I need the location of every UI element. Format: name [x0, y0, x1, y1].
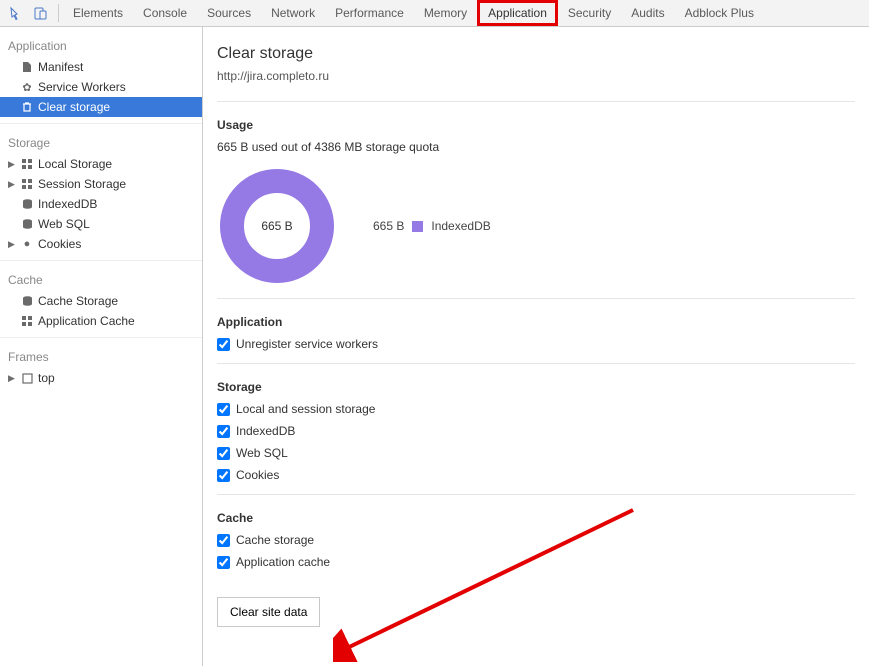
checkbox-label: Web SQL [236, 446, 288, 460]
checkbox-local-session[interactable]: Local and session storage [217, 402, 855, 416]
checkbox-input[interactable] [217, 469, 230, 482]
checkbox-input[interactable] [217, 447, 230, 460]
chevron-right-icon: ▶ [8, 373, 16, 384]
legend-swatch-icon [412, 221, 423, 232]
sidebar-item-web-sql[interactable]: Web SQL [0, 214, 202, 234]
tab-console[interactable]: Console [133, 0, 197, 26]
grid-icon [20, 177, 34, 191]
tab-performance[interactable]: Performance [325, 0, 414, 26]
sidebar-item-cache-storage[interactable]: Cache Storage [0, 291, 202, 311]
chevron-right-icon: ▶ [8, 159, 16, 170]
sidebar-item-label: Service Workers [38, 80, 126, 94]
sidebar-item-session-storage[interactable]: ▶ Session Storage [0, 174, 202, 194]
tab-security[interactable]: Security [558, 0, 621, 26]
sidebar-item-label: Web SQL [38, 217, 90, 231]
storage-heading: Storage [217, 380, 855, 394]
tab-sources[interactable]: Sources [197, 0, 261, 26]
checkbox-cache-storage[interactable]: Cache storage [217, 533, 855, 547]
checkbox-label: Application cache [236, 555, 330, 569]
sidebar-item-label: top [38, 371, 55, 385]
checkbox-input[interactable] [217, 534, 230, 547]
sidebar-item-label: Cache Storage [38, 294, 118, 308]
checkbox-label: Cache storage [236, 533, 314, 547]
sidebar-item-label: Local Storage [38, 157, 112, 171]
sidebar-section-application: Application [0, 33, 202, 57]
sidebar-item-service-workers[interactable]: ✿ Service Workers [0, 77, 202, 97]
sidebar-section-frames: Frames [0, 344, 202, 368]
inspect-icon[interactable] [6, 3, 26, 23]
checkbox-application-cache[interactable]: Application cache [217, 555, 855, 569]
device-toggle-icon[interactable] [30, 3, 50, 23]
sidebar-item-label: Cookies [38, 237, 81, 251]
checkbox-cookies[interactable]: Cookies [217, 468, 855, 482]
usage-donut-chart: 665 B [217, 166, 337, 286]
tab-application[interactable]: Application [477, 0, 558, 26]
checkbox-label: IndexedDB [236, 424, 295, 438]
grid-icon [20, 157, 34, 171]
database-icon [20, 197, 34, 211]
page-title: Clear storage [217, 45, 855, 63]
donut-center-label: 665 B [217, 166, 337, 286]
checkbox-label: Local and session storage [236, 402, 375, 416]
frame-icon [20, 371, 34, 385]
grid-icon [20, 314, 34, 328]
checkbox-label: Cookies [236, 468, 279, 482]
usage-heading: Usage [217, 118, 855, 132]
sidebar-item-label: IndexedDB [38, 197, 97, 211]
sidebar-item-cookies[interactable]: ▶ ● Cookies [0, 234, 202, 254]
sidebar-section-storage: Storage [0, 130, 202, 154]
sidebar-item-local-storage[interactable]: ▶ Local Storage [0, 154, 202, 174]
gear-icon: ✿ [20, 80, 34, 94]
database-icon [20, 217, 34, 231]
legend-value: 665 B [373, 219, 404, 233]
clear-site-data-button[interactable]: Clear site data [217, 597, 320, 627]
clear-storage-panel: Clear storage http://jira.completo.ru Us… [203, 27, 869, 666]
sidebar-section-cache: Cache [0, 267, 202, 291]
checkbox-input[interactable] [217, 425, 230, 438]
sidebar-item-manifest[interactable]: Manifest [0, 57, 202, 77]
trash-icon [20, 100, 34, 114]
origin-url: http://jira.completo.ru [217, 69, 855, 83]
chevron-right-icon: ▶ [8, 179, 16, 190]
sidebar-item-application-cache[interactable]: Application Cache [0, 311, 202, 331]
sidebar-item-clear-storage[interactable]: Clear storage [0, 97, 202, 117]
sidebar-item-indexeddb[interactable]: IndexedDB [0, 194, 202, 214]
tab-network[interactable]: Network [261, 0, 325, 26]
tab-audits[interactable]: Audits [621, 0, 674, 26]
legend-label: IndexedDB [431, 219, 490, 233]
file-icon [20, 60, 34, 74]
devtools-tabbar: Elements Console Sources Network Perform… [0, 0, 869, 27]
sidebar-item-label: Session Storage [38, 177, 126, 191]
application-heading: Application [217, 315, 855, 329]
checkbox-input[interactable] [217, 403, 230, 416]
database-icon [20, 294, 34, 308]
checkbox-input[interactable] [217, 338, 230, 351]
tab-elements[interactable]: Elements [63, 0, 133, 26]
sidebar-item-label: Application Cache [38, 314, 135, 328]
sidebar-item-top-frame[interactable]: ▶ top [0, 368, 202, 388]
checkbox-input[interactable] [217, 556, 230, 569]
sidebar-item-label: Clear storage [38, 100, 110, 114]
sidebar-item-label: Manifest [38, 60, 83, 74]
application-sidebar: Application Manifest ✿ Service Workers C… [0, 27, 203, 666]
cookie-icon: ● [20, 237, 34, 251]
tab-memory[interactable]: Memory [414, 0, 477, 26]
checkbox-web-sql[interactable]: Web SQL [217, 446, 855, 460]
cache-heading: Cache [217, 511, 855, 525]
usage-summary: 665 B used out of 4386 MB storage quota [217, 140, 855, 154]
checkbox-unregister-sw[interactable]: Unregister service workers [217, 337, 855, 351]
checkbox-label: Unregister service workers [236, 337, 378, 351]
usage-legend: 665 B IndexedDB [373, 219, 491, 233]
checkbox-indexeddb[interactable]: IndexedDB [217, 424, 855, 438]
chevron-right-icon: ▶ [8, 239, 16, 250]
tab-adblock-plus[interactable]: Adblock Plus [675, 0, 764, 26]
